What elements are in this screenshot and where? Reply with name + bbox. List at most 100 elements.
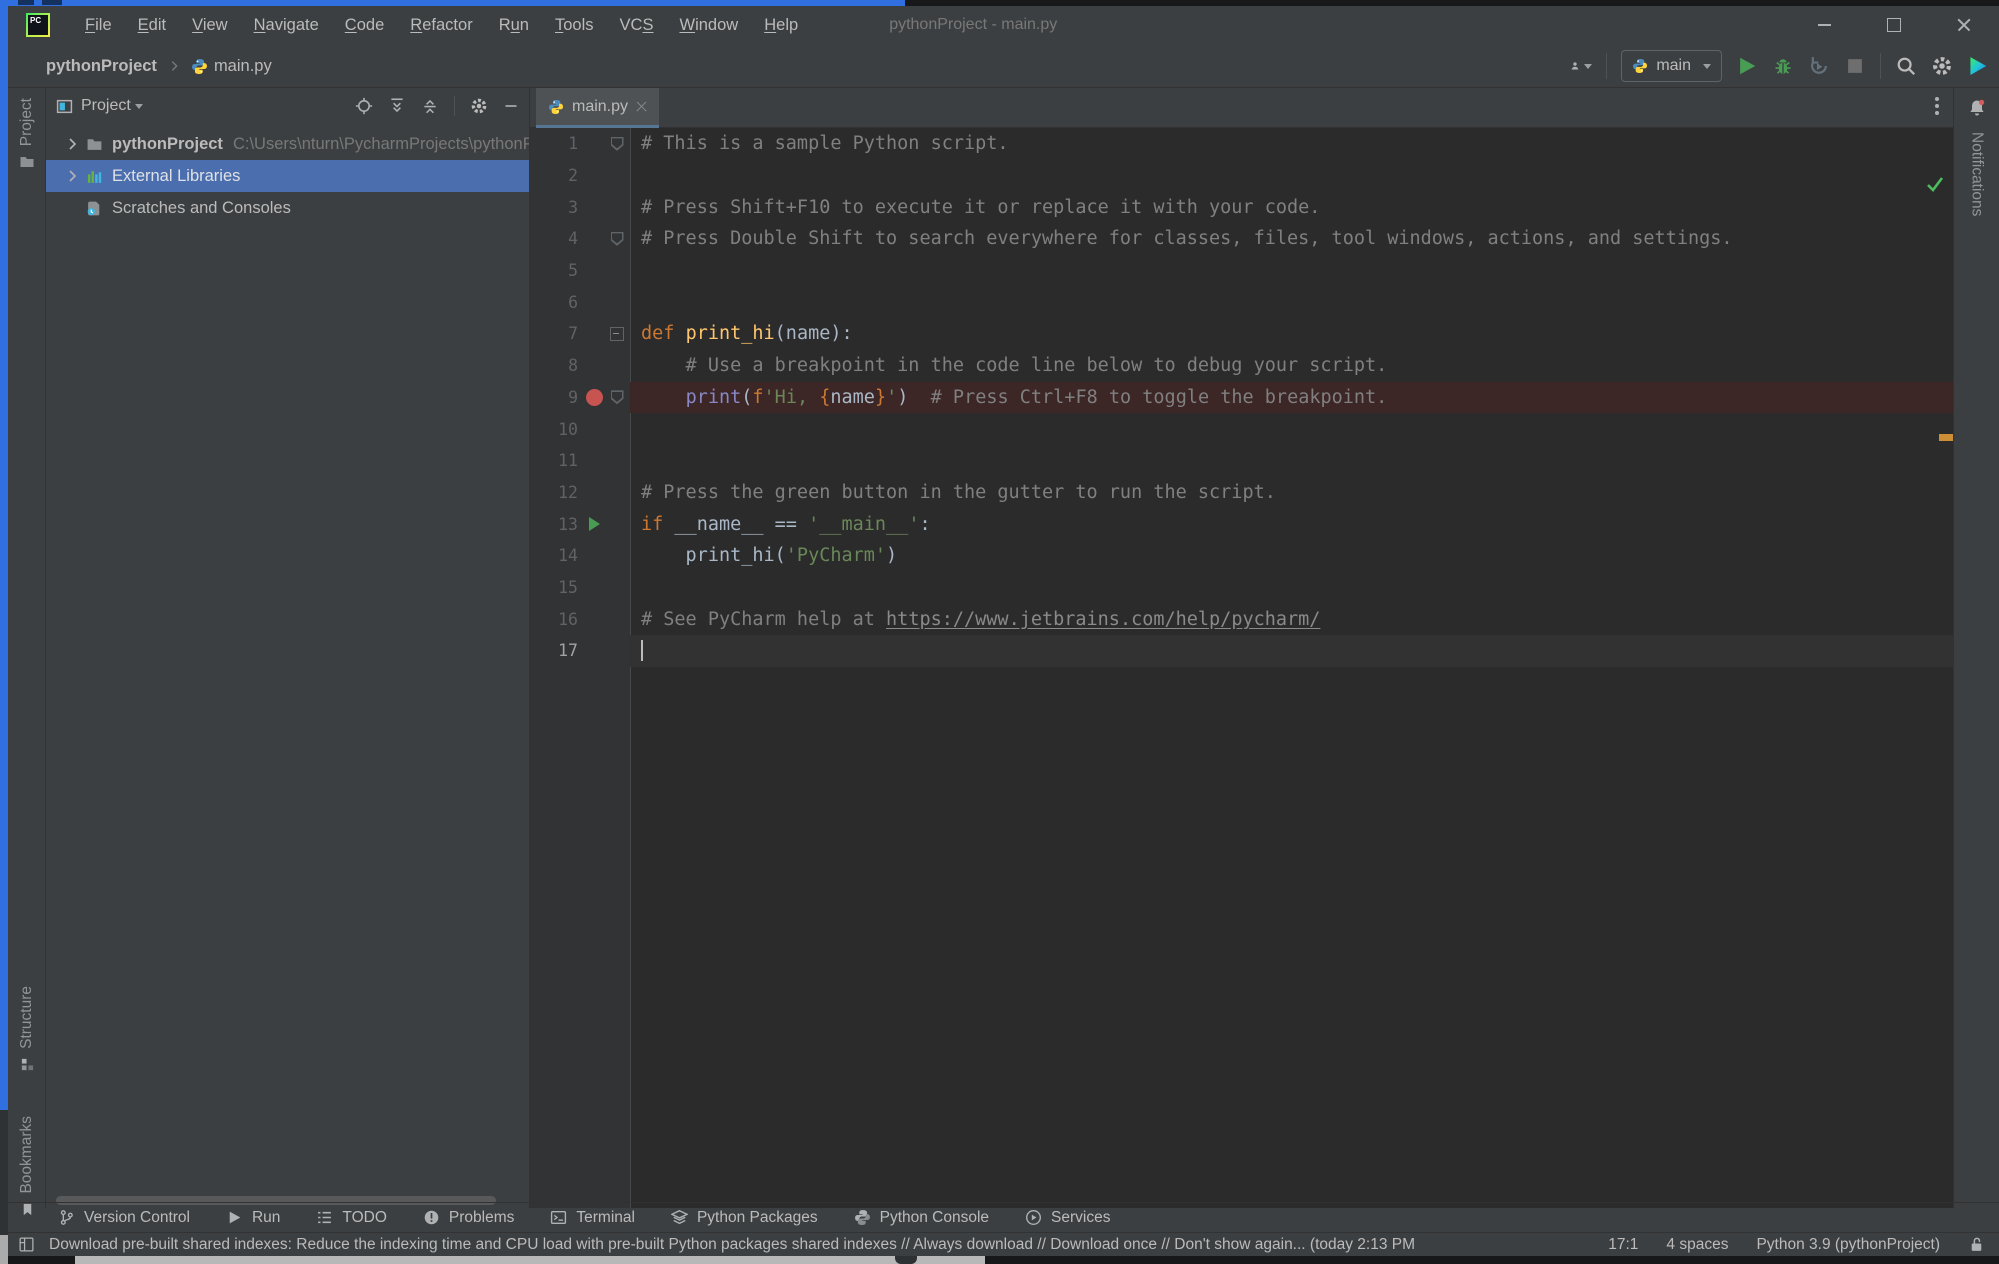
line-number[interactable]: 6: [530, 286, 578, 318]
settings-gear-icon[interactable]: [1931, 55, 1953, 77]
line-number[interactable]: 15: [530, 572, 578, 604]
menu-code[interactable]: Code: [332, 9, 397, 42]
line-number[interactable]: 8: [530, 350, 578, 382]
breakpoint-icon[interactable]: [586, 389, 603, 406]
code-line-17[interactable]: 17: [530, 635, 1953, 667]
code-line-12[interactable]: 12# Press the green button in the gutter…: [530, 477, 1953, 509]
notifications-bell-icon[interactable]: [1967, 98, 1987, 118]
code-line-5[interactable]: 5: [530, 255, 1953, 287]
line-number[interactable]: 16: [530, 603, 578, 635]
debug-button[interactable]: [1772, 55, 1794, 77]
fold-marker-icon[interactable]: [611, 232, 624, 246]
code-line-1[interactable]: 1# This is a sample Python script.: [530, 128, 1953, 160]
panel-options-gear-icon[interactable]: [470, 97, 488, 115]
close-tab-icon[interactable]: [636, 101, 647, 112]
code-line-13[interactable]: 13if __name__ == '__main__':: [530, 508, 1953, 540]
run-coverage-button[interactable]: [1808, 55, 1830, 77]
inspections-ok-icon[interactable]: [1925, 174, 1945, 194]
line-number[interactable]: 1: [530, 128, 578, 160]
toolwindow-button-python-packages[interactable]: Python Packages: [671, 1209, 818, 1227]
toolwindow-button-services[interactable]: Services: [1025, 1209, 1110, 1227]
line-number[interactable]: 17: [530, 635, 578, 667]
run-button[interactable]: [1736, 55, 1758, 77]
line-number[interactable]: 2: [530, 160, 578, 192]
readonly-lock-icon[interactable]: [1968, 1236, 1985, 1253]
code-with-me-icon[interactable]: [1967, 55, 1989, 77]
chevron-down-icon[interactable]: [135, 104, 143, 109]
fold-marker-icon[interactable]: [610, 327, 624, 341]
menu-tools[interactable]: Tools: [542, 9, 607, 42]
line-number[interactable]: 4: [530, 223, 578, 255]
toolwindow-button-terminal[interactable]: Terminal: [550, 1209, 635, 1227]
tool-stripe-project[interactable]: Project: [8, 98, 46, 170]
line-number[interactable]: 9: [530, 382, 578, 414]
toolwindow-button-problems[interactable]: Problems: [423, 1209, 514, 1227]
maximize-button[interactable]: [1859, 6, 1929, 44]
code-line-15[interactable]: 15: [530, 572, 1953, 604]
chevron-right-icon[interactable]: [64, 136, 80, 152]
code-line-16[interactable]: 16# See PyCharm help at https://www.jetb…: [530, 603, 1953, 635]
status-message[interactable]: Download pre-built shared indexes: Reduc…: [49, 1236, 1415, 1254]
code-line-14[interactable]: 14 print_hi('PyCharm'): [530, 540, 1953, 572]
menu-refactor[interactable]: Refactor: [397, 9, 485, 42]
menu-run[interactable]: Run: [486, 9, 542, 42]
tool-stripe-structure[interactable]: Structure: [8, 986, 46, 1072]
line-number[interactable]: 3: [530, 191, 578, 223]
stop-button[interactable]: [1844, 55, 1866, 77]
chevron-right-icon[interactable]: [64, 168, 80, 184]
toolwindow-button-python-console[interactable]: Python Console: [854, 1209, 989, 1227]
code-line-3[interactable]: 3# Press Shift+F10 to execute it or repl…: [530, 191, 1953, 223]
toolwindow-button-run[interactable]: Run: [226, 1209, 280, 1227]
run-line-icon[interactable]: [589, 517, 600, 531]
code-line-11[interactable]: 11: [530, 445, 1953, 477]
interpreter-widget[interactable]: Python 3.9 (pythonProject): [1756, 1236, 1940, 1254]
error-stripe-mark[interactable]: [1939, 434, 1953, 441]
expand-all-icon[interactable]: [388, 97, 406, 115]
toolwindow-button-version-control[interactable]: Version Control: [58, 1209, 190, 1227]
line-number[interactable]: 11: [530, 445, 578, 477]
tab-main-py[interactable]: main.py: [536, 88, 659, 128]
code-line-8[interactable]: 8 # Use a breakpoint in the code line be…: [530, 350, 1953, 382]
code-line-4[interactable]: 4# Press Double Shift to search everywhe…: [530, 223, 1953, 255]
menu-navigate[interactable]: Navigate: [241, 9, 332, 42]
code-editor[interactable]: 1# This is a sample Python script.23# Pr…: [530, 128, 1953, 1208]
line-number[interactable]: 10: [530, 413, 578, 445]
close-button[interactable]: [1929, 6, 1999, 44]
tree-item-external-libraries[interactable]: External Libraries: [46, 160, 529, 192]
project-panel-title[interactable]: Project: [81, 97, 131, 115]
menu-edit[interactable]: Edit: [125, 9, 179, 42]
code-line-2[interactable]: 2: [530, 160, 1953, 192]
tool-window-switcher-icon[interactable]: [18, 1236, 35, 1253]
line-number[interactable]: 5: [530, 255, 578, 287]
hide-panel-icon[interactable]: [503, 98, 519, 114]
toolwindow-button-todo[interactable]: TODO: [316, 1209, 387, 1227]
fold-marker-icon[interactable]: [611, 390, 624, 404]
line-number[interactable]: 14: [530, 540, 578, 572]
run-configuration-select[interactable]: main: [1621, 50, 1722, 82]
tree-item-pythonproject[interactable]: pythonProjectC:\Users\nturn\PycharmProje…: [46, 128, 529, 160]
search-everywhere-icon[interactable]: [1895, 55, 1917, 77]
line-number[interactable]: 13: [530, 508, 578, 540]
code-line-7[interactable]: 7def print_hi(name):: [530, 318, 1953, 350]
notifications-stripe-label[interactable]: Notifications: [1968, 132, 1986, 216]
breadcrumb-file[interactable]: main.py: [214, 57, 272, 76]
menu-file[interactable]: File: [72, 9, 125, 42]
line-number[interactable]: 7: [530, 318, 578, 350]
select-opened-file-icon[interactable]: [355, 97, 373, 115]
collapse-all-icon[interactable]: [421, 97, 439, 115]
line-number[interactable]: 12: [530, 477, 578, 509]
menu-window[interactable]: Window: [666, 9, 751, 42]
caret-position-widget[interactable]: 17:1: [1608, 1236, 1638, 1254]
fold-marker-icon[interactable]: [611, 137, 624, 151]
breadcrumb-project[interactable]: pythonProject: [46, 57, 157, 76]
code-line-9[interactable]: 9 print(f'Hi, {name}') # Press Ctrl+F8 t…: [530, 382, 1953, 414]
tab-options-kebab-icon[interactable]: [1935, 97, 1939, 115]
minimize-button[interactable]: [1789, 6, 1859, 44]
indent-widget[interactable]: 4 spaces: [1666, 1236, 1728, 1254]
tree-item-scratches-and-consoles[interactable]: Scratches and Consoles: [46, 192, 529, 224]
menu-view[interactable]: View: [179, 9, 241, 42]
code-line-10[interactable]: 10: [530, 413, 1953, 445]
profile-avatar-icon[interactable]: [1570, 55, 1592, 77]
code-line-6[interactable]: 6: [530, 286, 1953, 318]
menu-help[interactable]: Help: [751, 9, 811, 42]
